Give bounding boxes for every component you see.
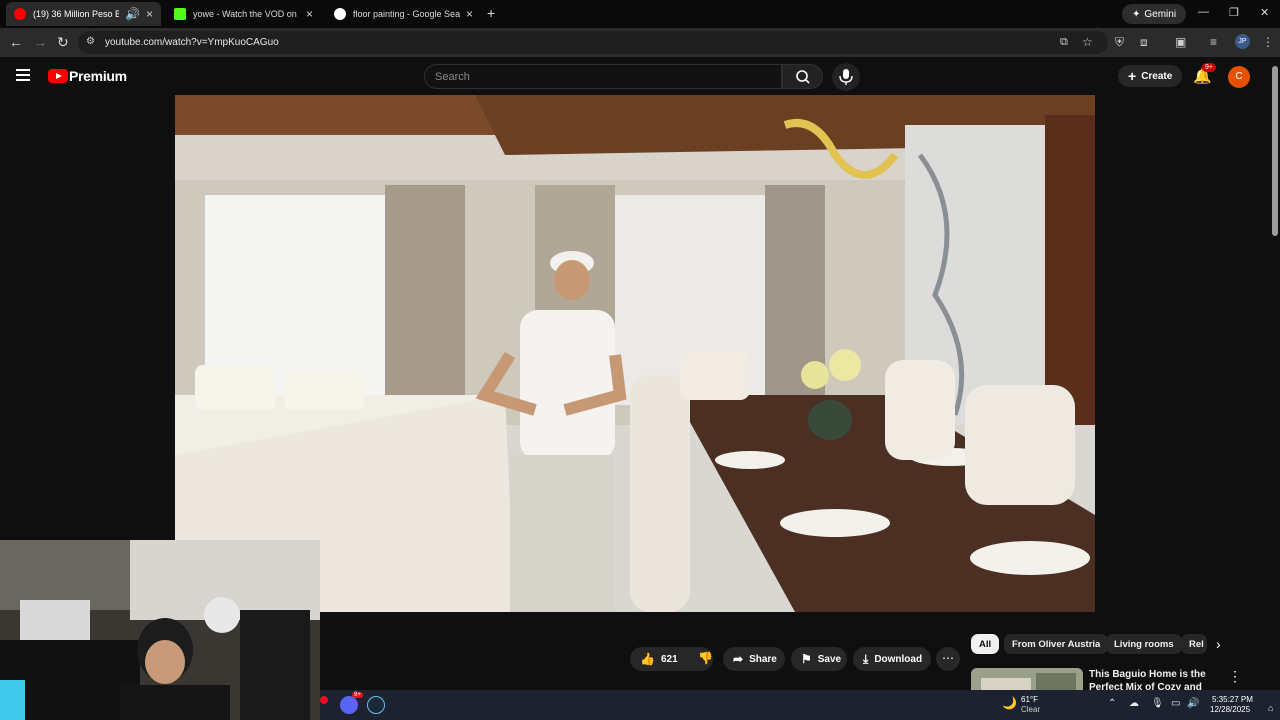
youtube-favicon-icon [14, 8, 26, 20]
tab-close-icon[interactable]: × [306, 7, 313, 21]
notification-badge: 9+ [1202, 63, 1216, 72]
profile-avatar[interactable]: JP [1235, 34, 1250, 49]
create-label: Create [1141, 70, 1173, 82]
gemini-label: Gemini [1144, 8, 1177, 20]
weather-condition[interactable]: Clear [1021, 705, 1040, 714]
bookmark-star-icon[interactable]: ☆ [1082, 35, 1093, 49]
webcam-feed-image [0, 540, 320, 720]
microphone-tray-icon[interactable]: 🎙 [1151, 698, 1164, 709]
save-button[interactable]: ⚑ Save [791, 647, 847, 671]
weather-moon-icon[interactable]: 🌙 [1002, 696, 1017, 710]
share-button[interactable]: ➦ Share [723, 647, 785, 671]
chip-from-channel[interactable]: From Oliver Austria [1004, 634, 1109, 654]
tab-title: floor painting - Google Search [353, 9, 460, 19]
notification-center-icon[interactable]: ⌂ [1268, 703, 1273, 713]
tab-close-icon[interactable]: × [146, 7, 153, 21]
tab-kick[interactable]: yowe - Watch the VOD on Kick × [166, 2, 321, 26]
browser-tab-bar: (19) 36 Million Peso Baguio 🔊 × yowe - W… [0, 0, 1280, 28]
tab-google[interactable]: floor painting - Google Search × [326, 2, 481, 26]
share-label: Share [749, 653, 777, 665]
weather-temperature[interactable]: 61°F [1021, 695, 1038, 704]
more-actions-button[interactable]: ⋯ [936, 647, 960, 671]
gemini-button[interactable]: ✦ Gemini [1122, 4, 1187, 24]
new-tab-button[interactable]: + [487, 5, 495, 21]
speaker-icon[interactable]: 🔊 [125, 7, 140, 21]
site-info-icon[interactable]: ⚙ [86, 36, 95, 47]
tab-youtube[interactable]: (19) 36 Million Peso Baguio 🔊 × [6, 2, 161, 26]
plus-icon: + [1128, 68, 1137, 84]
url-text[interactable]: youtube.com/watch?v=YmpKuoCAGuo [105, 37, 279, 48]
bookmark-icon: ⚑ [801, 652, 812, 666]
clock-date[interactable]: 12/28/2025 [1210, 705, 1250, 714]
youtube-header: Premium Search + Create 🔔 9+ C [0, 57, 1280, 95]
reload-icon[interactable]: ↻ [57, 34, 69, 51]
close-icon[interactable]: ✕ [1260, 6, 1269, 19]
thumbs-up-icon: 👍 [640, 652, 655, 666]
create-button[interactable]: + Create [1118, 65, 1182, 87]
clock-time[interactable]: 5:35:27 PM [1212, 695, 1253, 704]
voice-search-button[interactable] [832, 63, 860, 91]
recording-dot-icon [320, 696, 328, 704]
address-bar[interactable]: ⚙ youtube.com/watch?v=YmpKuoCAGuo ⧉ ☆ [78, 31, 1108, 54]
search-button[interactable] [782, 64, 823, 89]
discord-badge: 9+ [352, 692, 363, 698]
search-placeholder: Search [435, 71, 470, 83]
volume-icon[interactable]: 🔊 [1187, 698, 1199, 709]
download-label: Download [874, 653, 923, 665]
back-icon[interactable]: ← [9, 34, 23, 50]
tab-title: (19) 36 Million Peso Baguio [33, 9, 120, 19]
google-favicon-icon [334, 8, 346, 20]
gemini-spark-icon: ✦ [1132, 8, 1141, 20]
kick-favicon-icon [174, 8, 186, 20]
video-player[interactable] [175, 95, 1095, 612]
discord-icon[interactable] [340, 696, 358, 714]
tab-close-icon[interactable]: × [466, 7, 473, 21]
shield-extension-icon[interactable]: ⛨ [1115, 35, 1124, 50]
tab-search-icon[interactable]: ▣ [1175, 35, 1186, 49]
chevron-right-icon[interactable]: › [1216, 636, 1221, 652]
tab-title: yowe - Watch the VOD on Kick [193, 9, 300, 19]
steam-icon[interactable] [367, 696, 385, 714]
brand-label[interactable]: Premium [69, 68, 127, 84]
like-count: 621 [660, 653, 678, 665]
browser-menu-icon[interactable]: ⋮ [1262, 35, 1274, 49]
download-icon: ⤓ [863, 651, 869, 666]
menu-icon[interactable] [16, 69, 30, 81]
account-avatar[interactable]: C [1228, 66, 1250, 88]
webcam-overlay [0, 540, 320, 720]
search-icon [796, 70, 810, 84]
tray-overflow-chevron-icon[interactable]: ⌃ [1108, 698, 1116, 709]
browser-toolbar: ← → ↻ ⚙ youtube.com/watch?v=YmpKuoCAGuo … [0, 28, 1280, 57]
chip-related[interactable]: Rel [1181, 634, 1207, 654]
download-button[interactable]: ⤓ Download [853, 647, 931, 671]
search-input[interactable]: Search [424, 64, 782, 89]
thumbs-down-icon[interactable]: 👎 [698, 651, 713, 665]
minimize-icon[interactable]: — [1198, 6, 1209, 18]
microphone-icon [839, 69, 853, 85]
forward-icon[interactable]: → [33, 34, 47, 50]
youtube-logo-icon[interactable] [48, 69, 68, 83]
video-frame-image [175, 95, 1095, 612]
display-icon[interactable]: ▭ [1171, 698, 1180, 709]
restore-icon[interactable]: ❐ [1229, 6, 1239, 19]
related-video-menu-icon[interactable]: ⋮ [1228, 668, 1242, 685]
install-app-icon[interactable]: ⧉ [1060, 36, 1068, 49]
save-label: Save [817, 653, 842, 665]
chip-living-rooms[interactable]: Living rooms [1106, 634, 1182, 654]
reading-list-icon[interactable]: ≡ [1210, 35, 1217, 49]
chip-all[interactable]: All [971, 634, 1000, 654]
extensions-puzzle-icon[interactable]: ⧈ [1140, 35, 1148, 50]
share-icon: ➦ [733, 652, 744, 666]
scrollbar-thumb[interactable] [1272, 66, 1278, 236]
onedrive-cloud-icon[interactable]: ☁ [1129, 698, 1139, 709]
